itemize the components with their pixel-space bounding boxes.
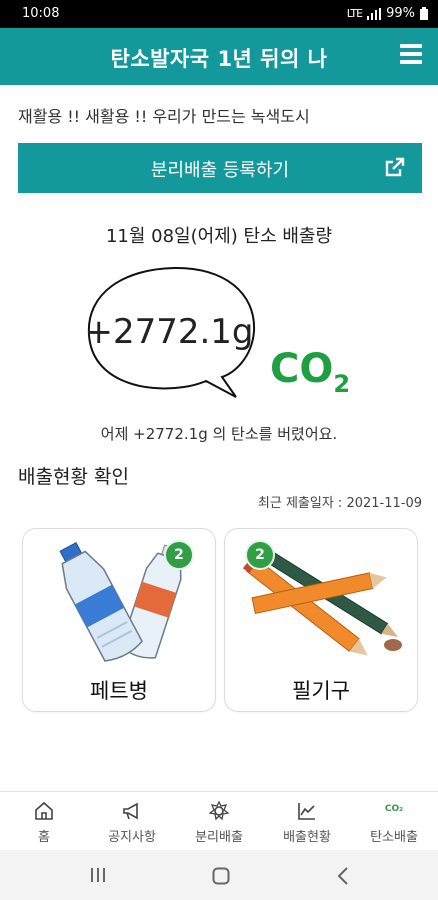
nav-status-label: 배출현황 bbox=[283, 830, 331, 845]
pet-bottle-label: 페트병 bbox=[90, 679, 148, 703]
status-bar: 10:08 LTE 99% bbox=[0, 0, 438, 28]
battery-level: 99% bbox=[386, 6, 415, 21]
pencil-count-badge: 2 bbox=[245, 540, 275, 570]
battery-icon bbox=[420, 7, 428, 20]
emission-date-title: 11월 08일(어제) 탄소 배출량 bbox=[105, 226, 333, 247]
pencil-card[interactable]: 2 필기구 bbox=[224, 528, 418, 712]
network-label: LTE bbox=[346, 7, 363, 20]
bottom-nav: 홈 공지사항 분리배출 배출현황 CO₂ 탄소배출 bbox=[0, 791, 438, 850]
home-icon bbox=[35, 801, 53, 820]
pet-bottle-card[interactable]: 2 페트병 bbox=[22, 528, 216, 712]
register-disposal-button[interactable]: 분리배출 등록하기 bbox=[18, 143, 422, 193]
chart-icon bbox=[298, 803, 315, 820]
megaphone-icon bbox=[123, 802, 138, 820]
app-title: 탄소발자국 1년 뒤의 나 bbox=[110, 47, 328, 71]
emission-summary: 어제 +2772.1g 의 탄소를 버렸어요. bbox=[100, 425, 338, 443]
co2-icon: CO₂ bbox=[384, 804, 404, 814]
external-link-icon bbox=[385, 157, 405, 177]
nav-carbon[interactable]: CO₂ 탄소배출 bbox=[350, 792, 438, 850]
home-button-icon[interactable] bbox=[212, 867, 230, 885]
emission-value: +2772.1g bbox=[84, 312, 254, 352]
co2-label: CO2 bbox=[270, 346, 351, 398]
nav-carbon-label: 탄소배출 bbox=[370, 830, 418, 845]
status-time: 10:08 bbox=[22, 6, 60, 21]
nav-status[interactable]: 배출현황 bbox=[263, 792, 351, 850]
pencil-label: 필기구 bbox=[292, 679, 350, 703]
nav-recycle[interactable]: 분리배출 bbox=[175, 792, 263, 850]
recent-apps-icon[interactable] bbox=[90, 867, 106, 883]
back-icon[interactable] bbox=[337, 867, 349, 885]
nav-notice[interactable]: 공지사항 bbox=[88, 792, 176, 850]
signal-icon bbox=[367, 7, 382, 20]
system-nav-bar bbox=[0, 850, 438, 900]
nav-notice-label: 공지사항 bbox=[108, 830, 156, 845]
nav-home[interactable]: 홈 bbox=[0, 792, 88, 850]
status-icons: LTE 99% bbox=[347, 6, 428, 21]
section-title: 배출현황 확인 bbox=[18, 466, 129, 488]
menu-icon[interactable] bbox=[400, 44, 422, 64]
recent-submit-date: 최근 제출일자 : 2021-11-09 bbox=[257, 496, 422, 511]
nav-home-label: 홈 bbox=[38, 830, 50, 845]
app-bar: 탄소발자국 1년 뒤의 나 bbox=[0, 28, 438, 85]
recycle-icon bbox=[209, 801, 229, 821]
nav-recycle-label: 분리배출 bbox=[195, 830, 243, 845]
slogan-text: 재활용 !! 새활용 !! 우리가 만드는 녹색도시 bbox=[18, 107, 310, 126]
pet-bottle-count-badge: 2 bbox=[164, 540, 194, 570]
register-button-label: 분리배출 등록하기 bbox=[150, 160, 290, 181]
